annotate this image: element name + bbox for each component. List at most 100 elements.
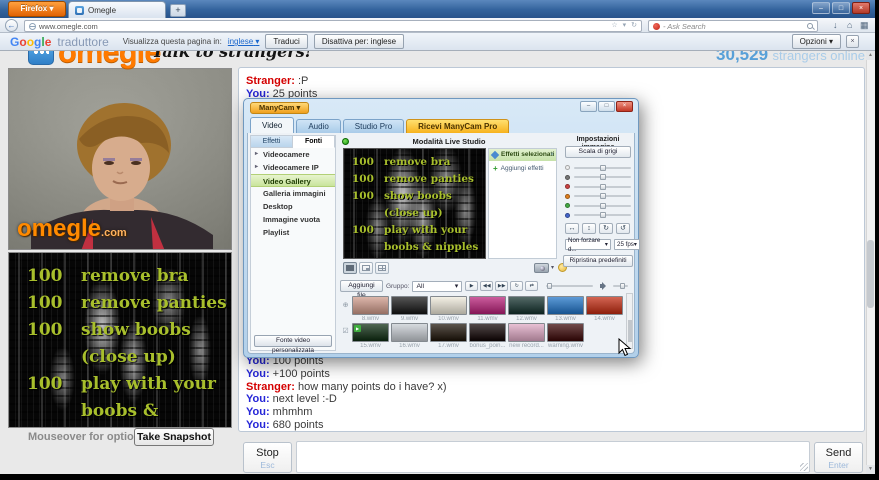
language-select[interactable]: inglese ▾ xyxy=(228,37,260,46)
slider-track[interactable] xyxy=(574,214,631,216)
video-thumbnail[interactable]: ▶ xyxy=(352,323,389,342)
layout-quad-button[interactable] xyxy=(375,262,389,274)
next-button[interactable]: ▶▶ xyxy=(495,281,508,291)
maximize-button[interactable]: □ xyxy=(598,101,615,112)
play-button[interactable]: ▶ xyxy=(465,281,478,291)
send-button[interactable]: SendEnter xyxy=(814,442,863,473)
close-button[interactable]: × xyxy=(616,101,633,112)
image-slider[interactable] xyxy=(565,201,631,211)
slider-thumb[interactable] xyxy=(600,212,606,218)
source-item-desktop[interactable]: Desktop xyxy=(251,200,335,213)
stop-button[interactable]: StopEsc xyxy=(243,442,292,473)
minimize-button[interactable]: – xyxy=(812,2,830,14)
gallery-item[interactable]: 8.wmv xyxy=(352,296,389,323)
video-thumbnail[interactable] xyxy=(391,296,428,315)
rotate-ccw-button[interactable]: ↺ xyxy=(616,223,630,234)
source-item-video-gallery[interactable]: Video Gallery xyxy=(251,174,335,187)
maximize-button[interactable]: □ xyxy=(832,2,850,14)
video-preview[interactable]: 100remove bra100remove panties100show bo… xyxy=(343,148,486,259)
home-icon[interactable]: ⌂ xyxy=(847,19,852,32)
layout-single-button[interactable] xyxy=(343,262,357,274)
close-button[interactable]: × xyxy=(852,2,870,14)
disable-translate-button[interactable]: Disattiva per: inglese xyxy=(314,34,404,49)
gallery-item[interactable]: new record... xyxy=(508,323,545,350)
group-dropdown[interactable]: All ▾ xyxy=(412,281,462,292)
take-snapshot-button[interactable]: Take Snapshot xyxy=(134,428,214,446)
close-toolbar-button[interactable]: × xyxy=(846,35,859,48)
video-thumbnail[interactable] xyxy=(547,296,584,315)
panel-tab-effetti[interactable]: Effetti xyxy=(251,136,293,148)
slider-thumb[interactable] xyxy=(600,174,606,180)
video-thumbnail[interactable] xyxy=(430,296,467,315)
video-thumbnail[interactable] xyxy=(430,323,467,342)
add-to-playlist-icon[interactable]: ⊕ xyxy=(341,301,350,309)
search-icon[interactable] xyxy=(807,23,813,29)
scroll-up-icon[interactable]: ▲ xyxy=(866,51,875,60)
snapshot-camera-icon[interactable] xyxy=(534,263,549,273)
manycam-menu-button[interactable]: ManyCam ▾ xyxy=(250,102,309,114)
source-item-galleria-immagini[interactable]: Galleria immagini xyxy=(251,187,335,200)
video-thumbnail[interactable] xyxy=(469,296,506,315)
select-all-icon[interactable]: ☑ xyxy=(341,327,350,335)
history-dropdown-icon[interactable]: ▾ xyxy=(623,21,627,31)
manycam-tab-video[interactable]: Video xyxy=(250,117,294,133)
reset-defaults-button[interactable]: Ripristina predefiniti xyxy=(563,255,633,267)
bookmark-star-icon[interactable]: ☆ xyxy=(611,21,617,31)
slider-thumb[interactable] xyxy=(600,193,606,199)
gallery-item[interactable]: 14.wmv xyxy=(586,296,623,323)
video-thumbnail[interactable] xyxy=(352,296,389,315)
panels-icon[interactable]: ▦ xyxy=(860,19,869,32)
video-thumbnail[interactable] xyxy=(391,323,428,342)
firefox-menu-button[interactable]: Firefox ▾ xyxy=(8,1,66,17)
source-item-videocamere[interactable]: ▸Videocamere xyxy=(251,148,335,161)
image-slider[interactable] xyxy=(565,182,631,192)
slider-thumb[interactable] xyxy=(600,165,606,171)
gallery-item[interactable]: 17.wmv xyxy=(430,323,467,350)
gallery-item[interactable]: bonus_poin... xyxy=(469,323,506,350)
scrollbar-thumb[interactable] xyxy=(867,240,874,308)
gallery-item[interactable]: warning.wmv xyxy=(547,323,584,350)
url-bar[interactable]: www.omegle.com ☆ ▾ ↻ xyxy=(24,20,642,32)
slider-track[interactable] xyxy=(574,186,631,188)
reload-icon[interactable]: ↻ xyxy=(631,21,637,31)
video-thumbnail[interactable] xyxy=(508,323,545,342)
flip-horizontal-button[interactable]: ↔ xyxy=(565,223,579,234)
options-button[interactable]: Opzioni ▾ xyxy=(792,34,841,49)
image-slider[interactable] xyxy=(565,192,631,202)
source-item-immagine-vuota[interactable]: Immagine vuota xyxy=(251,213,335,226)
translate-button[interactable]: Traduci xyxy=(265,34,307,49)
stranger-video[interactable]: omegle.com xyxy=(8,68,232,250)
gallery-item[interactable]: 16.wmv xyxy=(391,323,428,350)
seek-slider[interactable] xyxy=(546,285,593,287)
image-slider[interactable] xyxy=(565,211,631,221)
search-box[interactable]: - Ask Search xyxy=(648,20,818,32)
panel-tab-fonti[interactable]: Fonti xyxy=(293,136,335,148)
custom-source-button[interactable]: Fonte video personalizzata xyxy=(254,335,332,347)
volume-slider[interactable] xyxy=(613,285,628,287)
seek-thumb[interactable] xyxy=(547,283,552,289)
slider-thumb[interactable] xyxy=(600,203,606,209)
gallery-item[interactable]: 12.wmv xyxy=(508,296,545,323)
video-thumbnail[interactable] xyxy=(469,323,506,342)
image-slider[interactable] xyxy=(565,163,631,173)
back-button[interactable]: ← xyxy=(5,19,18,32)
new-tab-button[interactable]: + xyxy=(170,4,186,17)
manycam-tab-studio-pro[interactable]: Studio Pro xyxy=(343,119,404,133)
manycam-tab-audio[interactable]: Audio xyxy=(296,119,340,133)
minimize-button[interactable]: – xyxy=(580,101,597,112)
slider-track[interactable] xyxy=(574,205,631,207)
shuffle-button[interactable]: ⇄ xyxy=(525,281,538,291)
flip-vertical-button[interactable]: ↕ xyxy=(582,223,596,234)
gallery-item[interactable]: 11.wmv xyxy=(469,296,506,323)
resize-grip[interactable] xyxy=(800,463,808,471)
self-video[interactable]: 100remove bra100remove panties100show bo… xyxy=(8,252,232,428)
previous-button[interactable]: ◀◀ xyxy=(480,281,493,291)
resolution-dropdown[interactable]: Non forzare d...▾ xyxy=(565,239,611,250)
slider-thumb[interactable] xyxy=(600,184,606,190)
volume-thumb[interactable] xyxy=(620,283,625,289)
speaker-icon[interactable] xyxy=(600,282,608,290)
gallery-item[interactable]: ▶15.wmv xyxy=(352,323,389,350)
grayscale-button[interactable]: Scala di grigi xyxy=(565,146,631,158)
manycam-tab-ricevi-manycam-pro[interactable]: Ricevi ManyCam Pro xyxy=(406,119,509,133)
image-slider[interactable] xyxy=(565,173,631,183)
